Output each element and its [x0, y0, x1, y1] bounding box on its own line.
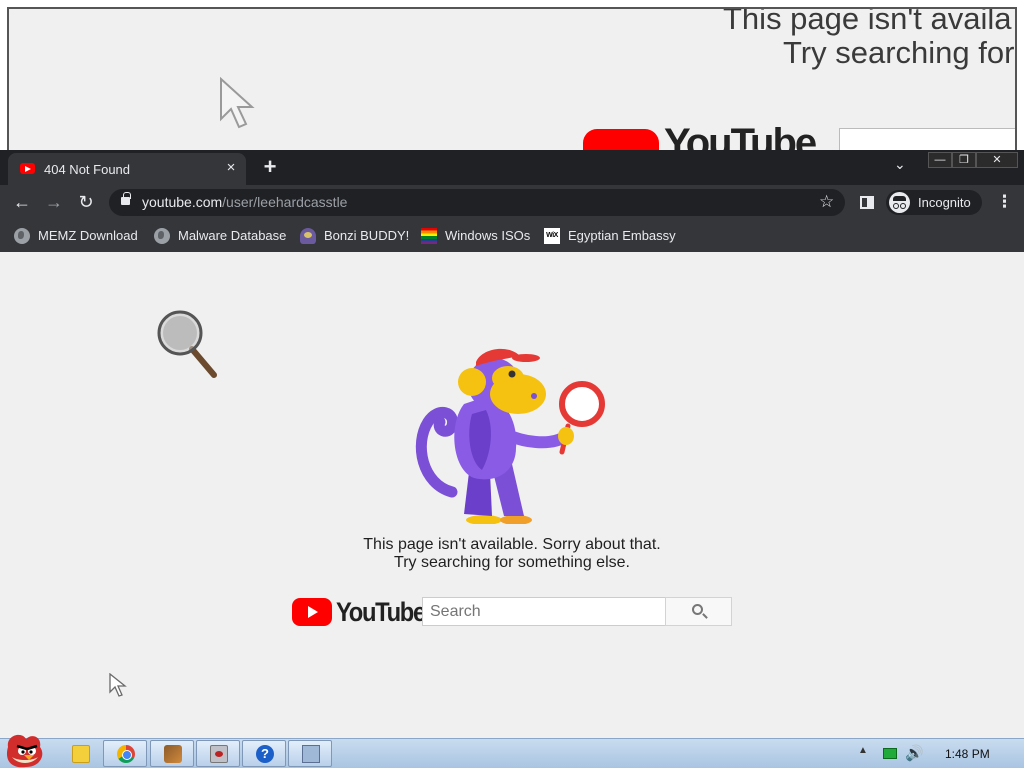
mouse-cursor-icon	[220, 77, 255, 129]
forward-button[interactable]: →	[43, 192, 65, 213]
error-message-line1: This page isn't available. Sorry about t…	[363, 536, 661, 553]
tab-strip: 404 Not Found × + ⌄ — ❐ ✕	[0, 150, 1024, 185]
glitch-overlay-text-line1: This page isn't availa	[723, 7, 1012, 36]
magnifier-cursor-icon	[157, 310, 217, 378]
globe-icon	[14, 228, 30, 244]
browser-toolbar: ← → ↻ youtube.com/user/leehardcasstle ☆ …	[0, 185, 1024, 220]
bookmark-egyptian-embassy[interactable]: WiX Egyptian Embassy	[544, 227, 676, 245]
bookmark-windows-isos[interactable]: Windows ISOs	[421, 227, 531, 245]
taskbar-app-button[interactable]	[150, 740, 194, 767]
tab-404-not-found[interactable]: 404 Not Found ×	[8, 153, 246, 185]
monkey-with-magnifier-illustration	[415, 348, 605, 524]
side-panel-icon[interactable]	[860, 196, 874, 209]
mouse-cursor-icon	[109, 673, 127, 697]
browser-menu-icon[interactable]: ⋮	[996, 192, 1013, 212]
glitch-overlay-search-box	[839, 128, 1015, 150]
tab-close-button[interactable]: ×	[222, 159, 240, 176]
taskbar: ? ▲ 🔊 1:48 PM	[0, 734, 1024, 768]
search-button[interactable]	[665, 597, 732, 626]
bonzi-icon	[300, 228, 316, 244]
window-close-button[interactable]: ✕	[976, 152, 1018, 168]
tab-search-chevron-icon[interactable]: ⌄	[894, 156, 906, 173]
new-tab-button[interactable]: +	[258, 154, 282, 180]
youtube-logo-text[interactable]: YouTube	[336, 597, 426, 628]
folder-icon	[72, 745, 90, 763]
glitch-overlay-logo-text: YouTube	[664, 121, 817, 150]
search-input[interactable]	[422, 597, 666, 626]
glitch-overlay-frame: This page isn't availa Try searching for…	[7, 7, 1017, 150]
bookmark-bonzi-buddy[interactable]: Bonzi BUDDY!	[300, 227, 410, 245]
bookmark-malware-database[interactable]: Malware Database	[154, 227, 289, 245]
page-content: This page isn't available. Sorry about t…	[0, 252, 1024, 738]
back-button[interactable]: ←	[11, 192, 33, 213]
wix-icon: WiX	[544, 228, 560, 244]
bookmark-label: Bonzi BUDDY!	[324, 228, 410, 243]
glitch-overlay-logo-icon	[583, 129, 659, 150]
youtube-logo-icon[interactable]	[292, 598, 332, 626]
rainbow-flag-icon	[421, 228, 437, 244]
reload-button[interactable]: ↻	[75, 192, 97, 213]
search-icon	[692, 604, 703, 615]
url-path: /user/leehardcasstle	[222, 194, 348, 210]
taskbar-app-button[interactable]	[196, 740, 240, 767]
lock-icon[interactable]	[121, 192, 131, 205]
bookmark-star-icon[interactable]: ☆	[819, 192, 834, 212]
chrome-icon	[117, 745, 135, 763]
tray-show-hidden-icon[interactable]: ▲	[858, 745, 868, 756]
network-icon[interactable]	[883, 748, 897, 759]
bookmark-label: Windows ISOs	[445, 228, 531, 243]
taskbar-clock[interactable]: 1:48 PM	[945, 747, 990, 761]
incognito-icon	[889, 192, 910, 213]
bookmark-label: Malware Database	[178, 228, 287, 243]
tab-title: 404 Not Found	[44, 162, 131, 177]
help-icon: ?	[256, 745, 274, 763]
bookmark-label: Egyptian Embassy	[568, 228, 676, 243]
bookmarks-bar: MEMZ Download Malware Database Bonzi BUD…	[0, 220, 1024, 252]
bookmark-label: MEMZ Download	[38, 228, 138, 243]
glitch-overlay-text-line2: Try searching for	[783, 35, 1015, 70]
taskbar-chrome-button[interactable]	[103, 740, 147, 767]
incognito-profile-button[interactable]: Incognito	[886, 190, 982, 215]
angry-bird-start-button-icon[interactable]	[2, 731, 46, 768]
taskbar-explorer-button[interactable]	[58, 740, 102, 767]
url-host: youtube.com	[142, 194, 223, 210]
browser-window: 404 Not Found × + ⌄ — ❐ ✕ ← → ↻ youtube.…	[0, 150, 1024, 738]
app-window-icon	[210, 745, 228, 763]
paint-tool-icon	[164, 745, 182, 763]
incognito-label: Incognito	[918, 195, 971, 210]
taskbar-app-button[interactable]	[288, 740, 332, 767]
globe-icon	[154, 228, 170, 244]
url-text: youtube.com/user/leehardcasstle	[142, 194, 347, 210]
window-maximize-button[interactable]: ❐	[952, 152, 976, 168]
error-message-line2: Try searching for something else.	[394, 554, 630, 571]
bookmark-memz-download[interactable]: MEMZ Download	[14, 227, 139, 245]
computer-window-icon	[302, 745, 320, 763]
address-bar[interactable]: youtube.com/user/leehardcasstle ☆	[109, 189, 845, 216]
window-minimize-button[interactable]: —	[928, 152, 952, 168]
taskbar-help-button[interactable]: ?	[242, 740, 286, 767]
youtube-favicon-icon	[20, 163, 35, 174]
volume-icon[interactable]: 🔊	[905, 744, 924, 762]
glitch-overlay-window: This page isn't availa Try searching for…	[0, 0, 1024, 150]
